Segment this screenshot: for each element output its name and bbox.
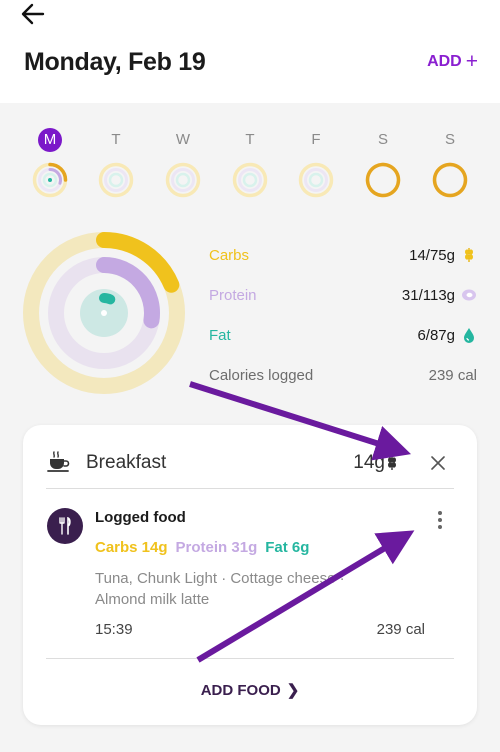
logged-food-entry[interactable]: Logged food Carbs 14g Protein 31g Fat 6g… [23,489,477,659]
chevron-right-icon: ❯ [286,682,300,699]
food-description: Tuna, Chunk Light · Cottage cheese · Alm… [95,570,345,608]
week-selector: MTWTFSS [0,124,500,204]
header-bar: Monday, Feb 19 ADD + [0,0,500,103]
macro-row-calories: Calories logged 239 cal [209,363,477,403]
food-macros: Carbs 14g Protein 31g Fat 6g [95,539,309,556]
macro-value-protein: 31/113g [401,287,455,304]
meal-card: Breakfast 14g Logged food Carbs 14g Prot… [23,425,477,725]
day-progress-ring [32,162,68,198]
meal-carbs-value: 14g [353,452,385,473]
macro-value-fat: 6/87g [417,327,455,344]
day-progress-ring [98,162,134,198]
calories-label: Calories logged [209,367,314,384]
day-letter: S [444,131,455,148]
day-2[interactable]: W [158,124,208,198]
meal-carbs-total: 14g [353,452,397,474]
day-0[interactable]: M [25,124,75,198]
food-protein: Protein 31g [175,539,258,556]
back-button[interactable] [16,0,50,28]
macro-row-protein: Protein 31/113g [209,283,477,323]
macro-label-protein: Protein [209,287,257,304]
plus-icon: + [465,50,478,73]
drop-icon [461,326,477,344]
day-letter: T [245,131,255,148]
day-progress-ring [165,162,201,198]
day-progress-ring [232,162,268,198]
day-letter: T [111,131,121,148]
arrow-left-icon [21,3,45,25]
food-entry-title: Logged food [95,509,186,526]
add-food-label: ADD FOOD [200,682,281,699]
day-letter: S [377,131,388,148]
meal-header: Breakfast 14g [23,425,477,489]
food-time: 15:39 [95,621,133,638]
day-letter: W [175,131,191,148]
page-title: Monday, Feb 19 [24,48,206,76]
macro-label-carbs: Carbs [209,247,250,264]
fork-knife-icon [47,508,83,544]
day-1[interactable]: T [91,124,141,198]
fat-progress-arc [99,293,116,305]
day-progress-ring [298,162,334,198]
macro-progress-ring [23,232,185,399]
food-carbs: Carbs 14g [95,539,168,556]
day-6[interactable]: S [425,124,475,198]
calories-value: 239 cal [428,367,477,384]
day-letter: F [311,131,321,148]
day-5[interactable]: S [358,124,408,198]
day-progress-ring [365,162,401,198]
add-button-label: ADD [427,53,462,70]
wheat-icon [461,246,477,264]
day-letter: M [38,128,62,152]
day-progress-ring [432,162,468,198]
more-options-button[interactable] [430,508,450,532]
coffee-cup-icon [47,451,73,478]
close-button[interactable] [427,452,449,474]
day-4[interactable]: F [291,124,341,198]
macro-row-carbs: Carbs 14/75g [209,243,477,283]
more-vertical-icon [438,511,442,529]
divider [46,658,454,659]
add-food-button[interactable]: ADD FOOD ❯ [23,681,477,699]
food-calories: 239 cal [376,621,425,638]
macro-label-fat: Fat [209,327,231,344]
meal-title: Breakfast [86,452,167,473]
meat-icon [461,286,477,304]
macro-value-carbs: 14/75g [409,247,455,264]
wheat-icon [388,456,396,470]
close-icon [431,456,445,470]
day-3[interactable]: T [225,124,275,198]
macro-summary: Carbs 14/75g Protein 31/113g Fat 6/87g C… [209,243,477,403]
add-button[interactable]: ADD + [427,50,478,73]
macro-row-fat: Fat 6/87g [209,323,477,363]
food-fat: Fat 6g [265,539,310,556]
